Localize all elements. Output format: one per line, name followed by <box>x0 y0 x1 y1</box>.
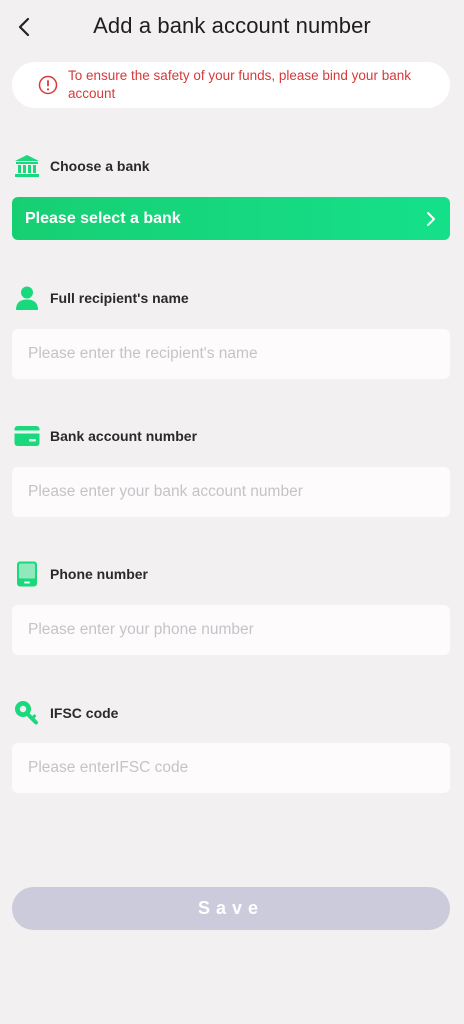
key-icon <box>14 700 40 726</box>
card-icon <box>14 423 40 449</box>
account-label: Bank account number <box>14 422 197 450</box>
ifsc-input-box <box>12 743 450 793</box>
phone-input-box <box>12 605 450 655</box>
bank-label-text: Choose a bank <box>50 158 150 174</box>
account-label-text: Bank account number <box>50 428 198 444</box>
recipient-label: Full recipient's name <box>14 284 189 312</box>
page-title: Add a bank account number <box>93 13 371 38</box>
alert-circle-icon <box>38 75 58 95</box>
ifsc-code-input[interactable] <box>12 743 450 793</box>
phone-icon <box>14 561 40 587</box>
account-number-input[interactable] <box>12 467 450 517</box>
recipient-label-text: Full recipient's name <box>50 290 189 306</box>
phone-label-text: Phone number <box>50 566 149 582</box>
account-input-box <box>12 467 450 517</box>
bank-select-button[interactable]: Please select a bank <box>12 197 450 240</box>
user-icon <box>14 285 40 311</box>
ifsc-label-text: IFSC code <box>50 705 119 721</box>
ifsc-label: IFSC code <box>14 699 118 727</box>
bank-icon <box>14 153 40 179</box>
recipient-input-box <box>12 329 450 379</box>
recipient-name-input[interactable] <box>12 329 450 379</box>
bank-label: Choose a bank <box>14 152 150 180</box>
safety-notice: To ensure the safety of your funds, plea… <box>12 62 450 108</box>
bank-select-text: Please select a bank <box>25 209 181 227</box>
chevron-right-icon <box>427 211 435 226</box>
phone-label: Phone number <box>14 560 148 588</box>
header: Add a bank account number <box>0 0 464 54</box>
save-button[interactable]: Save <box>12 887 450 930</box>
notice-text: To ensure the safety of your funds, plea… <box>68 68 411 101</box>
phone-number-input[interactable] <box>12 605 450 655</box>
